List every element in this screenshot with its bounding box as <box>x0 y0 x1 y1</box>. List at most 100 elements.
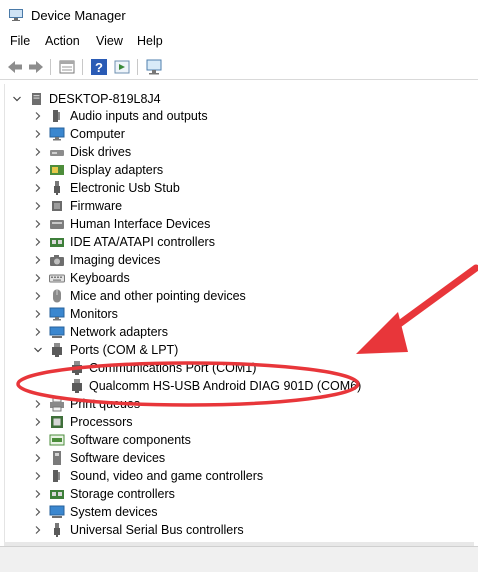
tree-category-label: Software components <box>70 433 191 447</box>
tree-category-monitors[interactable]: Monitors <box>5 305 475 323</box>
tree-category-print-queues[interactable]: Print queues <box>5 395 475 413</box>
software-device-icon <box>53 451 61 465</box>
tree-category-hid[interactable]: Human Interface Devices <box>5 215 475 233</box>
tree-device-com1[interactable]: Communications Port (COM1) <box>5 359 475 377</box>
tree-category-software-devices[interactable]: Software devices <box>5 449 475 467</box>
tree-category-label: Monitors <box>70 307 118 321</box>
tree-category-label: Sound, video and game controllers <box>70 469 264 483</box>
computer-icon <box>32 93 41 105</box>
tree-category-label: System devices <box>70 505 158 519</box>
tree-device-label: Communications Port (COM1) <box>89 361 257 375</box>
usb-plug-icon <box>54 181 60 195</box>
tree-category-label: Print queues <box>70 397 141 411</box>
tree-category-audio[interactable]: Audio inputs and outputs <box>5 107 475 125</box>
chevron-right-icon[interactable] <box>33 507 43 517</box>
monitor-icon <box>49 307 65 321</box>
chevron-right-icon[interactable] <box>33 255 43 265</box>
tree-category-sound-video[interactable]: Sound, video and game controllers <box>5 467 475 485</box>
chevron-down-icon[interactable] <box>12 94 22 104</box>
chevron-right-icon[interactable] <box>33 237 43 247</box>
chevron-right-icon[interactable] <box>33 489 43 499</box>
chevron-right-icon[interactable] <box>33 291 43 301</box>
tree-category-ports[interactable]: Ports (COM & LPT) <box>5 341 475 359</box>
update-driver-icon[interactable] <box>113 58 131 76</box>
chevron-right-icon[interactable] <box>33 129 43 139</box>
tree-category-firmware[interactable]: Firmware <box>5 197 475 215</box>
tree-category-label: Software devices <box>70 451 166 465</box>
tree-category-label: Keyboards <box>70 271 130 285</box>
tree-category-ide[interactable]: IDE ATA/ATAPI controllers <box>5 233 475 251</box>
tree-device-qualcomm-com6[interactable]: Qualcomm HS-USB Android DIAG 901D (COM6) <box>5 377 475 395</box>
help-icon[interactable]: ? <box>90 58 108 76</box>
tree-category-usb-stub[interactable]: Electronic Usb Stub <box>5 179 475 197</box>
chevron-right-icon[interactable] <box>33 525 43 535</box>
tree-root-label: DESKTOP-819L8J4 <box>49 92 161 106</box>
tree-category-system-devices[interactable]: System devices <box>5 503 475 521</box>
tree-category-processors[interactable]: Processors <box>5 413 475 431</box>
chevron-right-icon[interactable] <box>33 111 43 121</box>
speaker-icon <box>53 110 60 122</box>
chevron-right-icon[interactable] <box>33 453 43 463</box>
chevron-right-icon[interactable] <box>33 309 43 319</box>
tree-category-label: Imaging devices <box>70 253 161 267</box>
storage-controller-icon <box>50 490 64 499</box>
chevron-right-icon[interactable] <box>33 201 43 211</box>
menu-file[interactable]: File <box>10 34 30 48</box>
mouse-icon <box>53 289 61 303</box>
disk-drive-icon <box>50 150 64 156</box>
title-bar: Device Manager <box>0 0 478 32</box>
tree-category-network[interactable]: Network adapters <box>5 323 475 341</box>
tree-category-label: Audio inputs and outputs <box>70 109 208 123</box>
tree-category-computer[interactable]: Computer <box>5 125 475 143</box>
system-device-icon <box>49 505 65 518</box>
tree-category-imaging[interactable]: Imaging devices <box>5 251 475 269</box>
tree-root[interactable]: DESKTOP-819L8J4 <box>5 90 475 108</box>
properties-grid-icon[interactable] <box>58 58 76 76</box>
chevron-right-icon[interactable] <box>33 417 43 427</box>
port-connector-icon <box>72 361 82 375</box>
chevron-right-icon[interactable] <box>33 219 43 229</box>
scan-hardware-icon[interactable] <box>145 58 163 76</box>
tree-category-keyboards[interactable]: Keyboards <box>5 269 475 287</box>
firmware-chip-icon <box>52 201 62 211</box>
chevron-right-icon[interactable] <box>33 399 43 409</box>
tree-category-mice[interactable]: Mice and other pointing devices <box>5 287 475 305</box>
chevron-right-icon[interactable] <box>33 183 43 193</box>
ide-controller-icon <box>50 238 64 247</box>
tree-device-label: Qualcomm HS-USB Android DIAG 901D (COM6) <box>89 379 362 393</box>
chevron-right-icon[interactable] <box>33 147 43 157</box>
tree-category-label: Mice and other pointing devices <box>70 289 246 303</box>
tree-category-software-components[interactable]: Software components <box>5 431 475 449</box>
chevron-right-icon[interactable] <box>33 327 43 337</box>
chevron-right-icon[interactable] <box>33 273 43 283</box>
menu-action[interactable]: Action <box>45 34 80 48</box>
menu-bar: File Action View Help <box>0 32 478 52</box>
chevron-right-icon[interactable] <box>33 471 43 481</box>
tree-category-usb-controllers[interactable]: Universal Serial Bus controllers <box>5 521 475 539</box>
tree-category-label: Computer <box>70 127 125 141</box>
tree-category-label: Universal Serial Bus controllers <box>70 523 244 537</box>
tree-category-label: IDE ATA/ATAPI controllers <box>70 235 215 249</box>
menu-help[interactable]: Help <box>137 34 163 48</box>
device-tree[interactable]: DESKTOP-819L8J4 Audio inputs and outputs… <box>4 84 476 542</box>
tree-category-label: Processors <box>70 415 133 429</box>
network-adapter-icon <box>49 326 65 338</box>
display-adapter-icon <box>50 165 64 175</box>
window-title: Device Manager <box>31 8 126 23</box>
tree-category-storage[interactable]: Storage controllers <box>5 485 475 503</box>
menu-view[interactable]: View <box>96 34 123 48</box>
tree-category-display-adapters[interactable]: Display adapters <box>5 161 475 179</box>
back-arrow-icon[interactable] <box>6 58 24 76</box>
tree-category-label: Firmware <box>70 199 123 213</box>
chevron-down-icon[interactable] <box>33 345 43 355</box>
port-connector-icon <box>52 343 62 357</box>
chevron-right-icon[interactable] <box>33 165 43 175</box>
tree-category-disk-drives[interactable]: Disk drives <box>5 143 475 161</box>
tree-category-label: Human Interface Devices <box>70 217 211 231</box>
tree-category-label: Disk drives <box>70 145 132 159</box>
tree-category-label: Ports (COM & LPT) <box>70 343 179 357</box>
keyboard-icon <box>49 274 65 283</box>
processor-icon <box>51 416 63 428</box>
chevron-right-icon[interactable] <box>33 435 43 445</box>
forward-arrow-icon[interactable] <box>27 58 45 76</box>
